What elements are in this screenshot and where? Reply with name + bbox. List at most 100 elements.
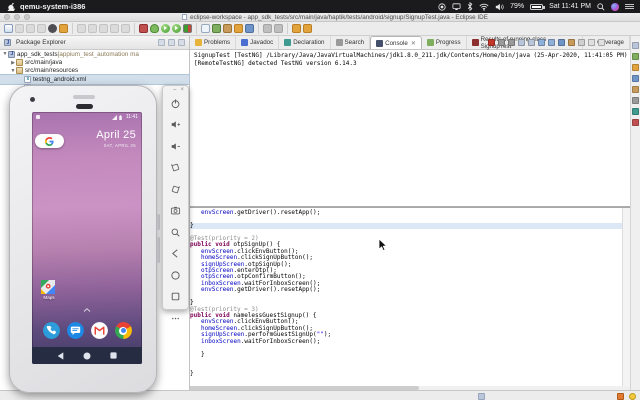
tab-problems[interactable]: Problems — [190, 36, 236, 49]
back-button[interactable] — [170, 248, 182, 260]
new-button-icon[interactable] — [4, 24, 13, 33]
clear-console-button-icon[interactable] — [518, 39, 525, 46]
tab-progress[interactable]: Progress — [422, 36, 467, 49]
display-icon[interactable] — [452, 3, 461, 11]
last-edit-button-icon[interactable] — [274, 24, 283, 33]
zoom-button[interactable] — [170, 226, 182, 238]
more-button[interactable] — [170, 312, 182, 324]
collapse-all-icon[interactable] — [158, 39, 165, 46]
tab-declaration[interactable]: Declaration — [279, 36, 330, 49]
minimized-views-strip — [630, 36, 640, 390]
run-history-button-icon[interactable] — [183, 24, 192, 33]
forward-button-icon[interactable] — [303, 24, 312, 33]
overview-button[interactable] — [170, 291, 182, 303]
search-button-icon[interactable] — [263, 24, 272, 33]
home-button[interactable] — [170, 269, 182, 281]
new-class-button-icon[interactable] — [201, 24, 210, 33]
recents-nav-icon[interactable] — [110, 352, 117, 359]
maps-app-shortcut[interactable]: Maps — [41, 280, 57, 300]
scroll-lock-button-icon[interactable] — [528, 39, 535, 46]
zoom-window-button[interactable] — [24, 14, 30, 20]
minimized-view-icon[interactable] — [632, 64, 639, 71]
power-button[interactable] — [170, 97, 182, 109]
display-console-button-icon[interactable] — [558, 39, 565, 46]
pin-console-button-icon[interactable] — [548, 39, 555, 46]
volume-down-button[interactable] — [170, 140, 182, 152]
back-nav-icon[interactable] — [57, 352, 64, 360]
messages-icon[interactable] — [67, 322, 84, 339]
home-nav-icon[interactable] — [83, 352, 91, 360]
package-explorer-tab[interactable]: Package Explorer — [0, 36, 189, 50]
open-task-button-icon[interactable] — [234, 24, 243, 33]
rotate-right-button[interactable] — [170, 183, 182, 195]
minimize-window-button[interactable] — [14, 14, 20, 20]
menubar-clock[interactable]: Sat 11:41 PM — [549, 3, 591, 10]
tree-item-app-sdk-tests[interactable]: ▼app_sdk_tests [appium_test_automation m… — [0, 50, 189, 58]
link-with-editor-icon[interactable] — [168, 39, 175, 46]
tree-item-src-main-resources[interactable]: ▼src/main/resources — [0, 67, 189, 75]
close-window-button[interactable] — [4, 14, 10, 20]
emulator-minimize-button[interactable]: – — [173, 88, 176, 93]
minimize-view-button-icon[interactable] — [588, 39, 595, 46]
wifi-icon[interactable] — [479, 3, 489, 11]
new-package-button-icon[interactable] — [223, 24, 232, 33]
profile-button-icon[interactable] — [48, 24, 57, 33]
bluetooth-icon[interactable] — [467, 2, 473, 11]
search-icon[interactable] — [597, 3, 605, 11]
minimized-view-icon[interactable] — [632, 53, 639, 60]
close-tab-icon[interactable]: ✕ — [411, 40, 416, 47]
active-app-name[interactable]: qemu-system-i386 — [20, 2, 85, 11]
control-center-icon[interactable] — [625, 3, 634, 10]
debug-button-icon[interactable] — [150, 24, 159, 33]
screenshot-button[interactable] — [170, 205, 182, 217]
overview-ruler[interactable] — [622, 208, 630, 386]
minimized-view-icon[interactable] — [632, 42, 639, 49]
code-line-88[interactable] — [190, 377, 622, 383]
minimized-view-icon[interactable] — [632, 108, 639, 115]
console-output[interactable]: SignupTest [TestNG] /Library/Java/JavaVi… — [190, 50, 630, 207]
minimized-view-icon[interactable] — [632, 97, 639, 104]
tree-item-src-main-java[interactable]: ▶src/main/java — [0, 58, 189, 66]
maximize-view-button-icon[interactable] — [598, 39, 605, 46]
terminate-button-icon[interactable] — [488, 39, 495, 46]
date-widget[interactable]: April 25 SAT, APRIL 25 — [96, 129, 136, 148]
run-button-icon[interactable] — [161, 24, 170, 33]
new-interface-button-icon[interactable] — [212, 24, 221, 33]
app-drawer-caret[interactable] — [84, 308, 91, 312]
volume-icon[interactable] — [495, 3, 504, 11]
minimized-view-icon[interactable] — [632, 119, 639, 126]
volume-up-button[interactable] — [170, 119, 182, 131]
chrome-icon[interactable] — [115, 322, 132, 339]
remove-launch-button-icon[interactable] — [498, 39, 505, 46]
view-menu-button-icon[interactable] — [578, 39, 585, 46]
coverage-button-icon[interactable] — [172, 24, 181, 33]
editor-code-area[interactable]: envScreen.getDriver().resetApp(); } @Tes… — [190, 210, 622, 384]
minimized-view-icon[interactable] — [632, 86, 639, 93]
screen-record-icon[interactable] — [438, 3, 446, 11]
record-button-icon[interactable] — [139, 24, 148, 33]
view-menu-icon[interactable] — [178, 39, 185, 46]
phone-screen[interactable]: 11:41 April 25 SAT, APRIL 25 Maps — [32, 112, 142, 364]
gmail-icon[interactable] — [91, 322, 108, 339]
tab-console[interactable]: Console✕ — [370, 36, 422, 49]
problems-indicator-icon[interactable] — [617, 393, 624, 400]
tab-javadoc[interactable]: Javadoc — [236, 36, 279, 49]
phone-icon[interactable] — [43, 322, 60, 339]
minimized-view-icon[interactable] — [632, 75, 639, 82]
open-type-button-icon[interactable] — [245, 24, 254, 33]
tree-item-testng-android-xml[interactable]: testng_android.xml — [0, 75, 189, 83]
word-wrap-button-icon[interactable] — [538, 39, 545, 46]
google-search-pill[interactable] — [35, 134, 64, 148]
tips-icon[interactable] — [629, 393, 636, 400]
emulator-close-button[interactable]: × — [180, 88, 184, 93]
siri-icon[interactable] — [611, 3, 619, 11]
tab-search[interactable]: Search — [331, 36, 371, 49]
remove-all-launches-button-icon[interactable] — [508, 39, 515, 46]
eclipse-titlebar[interactable]: eclipse-workspace - app_sdk_tests/src/ma… — [0, 13, 640, 22]
java-editor[interactable]: 6263646566676869707172737475767778798081… — [160, 207, 630, 386]
apple-menu-icon[interactable] — [7, 2, 15, 11]
back-button-icon[interactable] — [292, 24, 301, 33]
external-tools-button-icon[interactable] — [59, 24, 68, 33]
rotate-left-button[interactable] — [170, 162, 182, 174]
open-console-button-icon[interactable] — [568, 39, 575, 46]
